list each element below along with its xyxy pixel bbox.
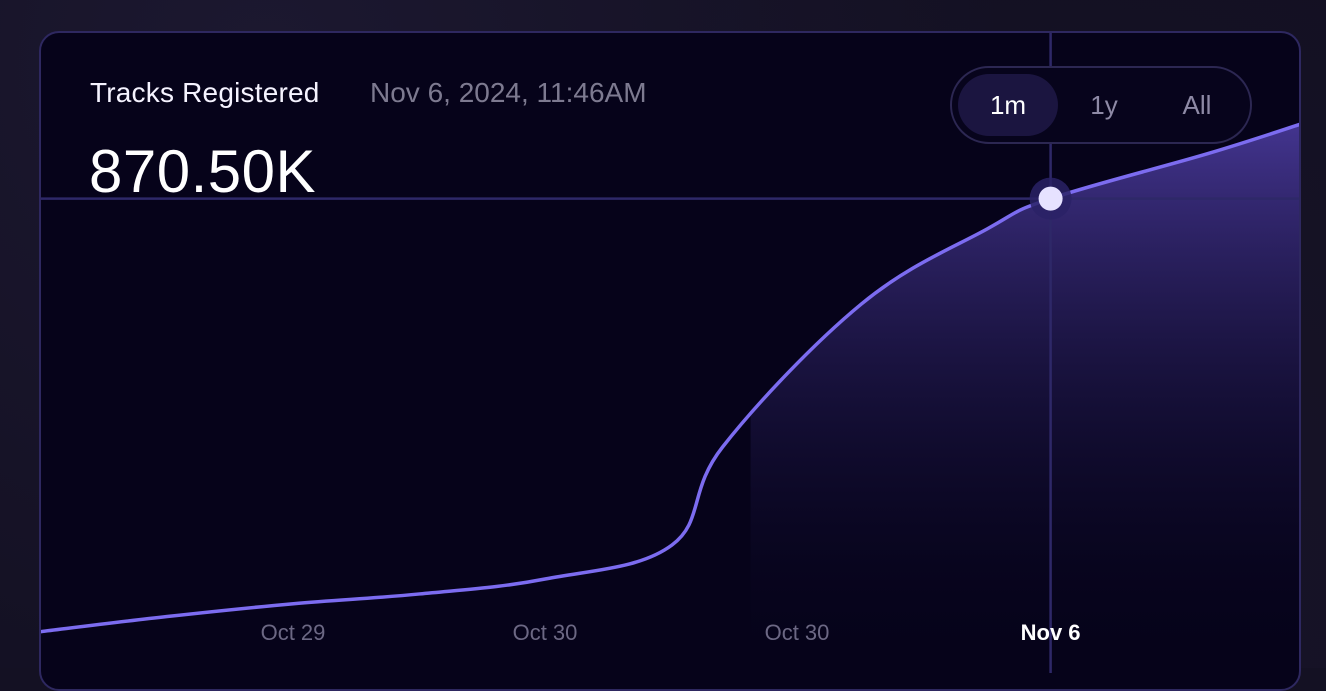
- x-tick-label: Oct 30: [513, 620, 578, 645]
- range-all-button[interactable]: All: [1150, 74, 1244, 136]
- hover-timestamp: Nov 6, 2024, 11:46AM: [370, 77, 647, 109]
- x-tick-label: Oct 30: [765, 620, 830, 645]
- x-tick-label: Nov 6: [1021, 620, 1081, 645]
- chart-card: Oct 29 Oct 30 Oct 30 Nov 6 Tracks Registere…: [39, 31, 1301, 691]
- hover-value: 870.50K: [89, 137, 316, 206]
- selected-point-marker[interactable]: [1039, 187, 1063, 211]
- x-tick-label: Oct 29: [261, 620, 326, 645]
- range-1m-button[interactable]: 1m: [958, 74, 1058, 136]
- range-toggle: 1m 1y All: [950, 66, 1252, 144]
- chart-title: Tracks Registered: [90, 77, 320, 109]
- range-1y-button[interactable]: 1y: [1058, 74, 1150, 136]
